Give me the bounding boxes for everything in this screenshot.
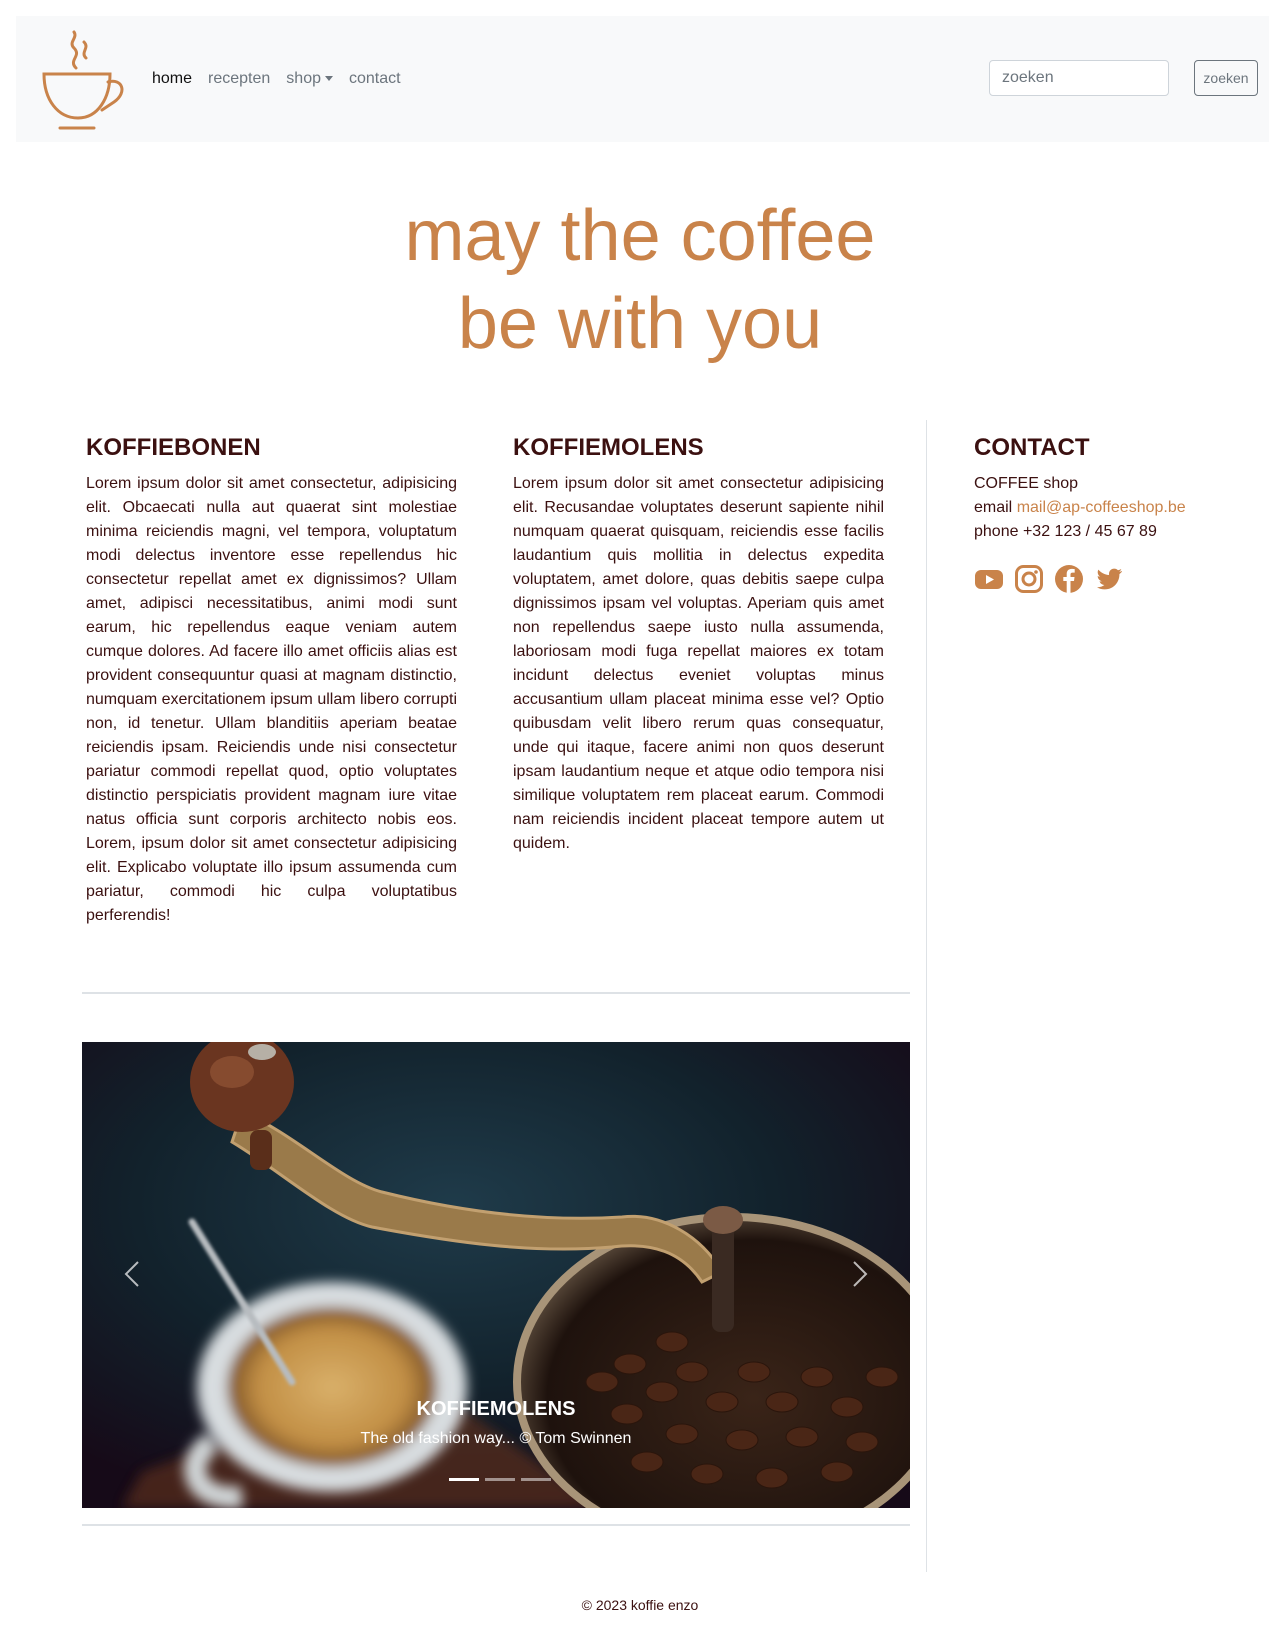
carousel-indicator-2[interactable] (485, 1478, 515, 1481)
contact-email-row: email mail@ap-coffeeshop.be (974, 496, 1186, 520)
divider-top (82, 992, 910, 994)
contact-email-label: email (974, 499, 1013, 516)
search-button[interactable]: zoeken (1194, 60, 1258, 96)
koffiemolens-title: KOFFIEMOLENS (513, 434, 704, 461)
nav-link-home[interactable]: home (152, 70, 192, 88)
carousel-indicator-3[interactable] (521, 1478, 551, 1481)
contact-title: CONTACT (974, 434, 1090, 461)
social-links (974, 564, 1134, 594)
twitter-icon[interactable] (1094, 564, 1124, 594)
nav-links: home recepten shop contact (152, 16, 417, 142)
carousel-next-icon[interactable] (844, 1244, 874, 1304)
koffiebonen-title: KOFFIEBONEN (86, 434, 261, 461)
contact-phone-row: phone +32 123 / 45 67 89 (974, 520, 1186, 544)
carousel-caption-title: KOFFIEMOLENS (416, 1398, 576, 1420)
contact-phone: +32 123 / 45 67 89 (1022, 523, 1157, 540)
contact-details: COFFEE shop email mail@ap-coffeeshop.be … (974, 472, 1186, 544)
youtube-icon[interactable] (974, 564, 1004, 594)
divider-bottom (82, 1524, 910, 1526)
instagram-icon[interactable] (1014, 564, 1044, 594)
hero-line-2: be with you (457, 284, 823, 364)
nav-link-contact[interactable]: contact (349, 70, 401, 88)
footer-copyright: © 2023 koffie enzo (581, 1597, 699, 1613)
hero-line-1: may the coffee (404, 196, 876, 276)
carousel-indicator-1[interactable] (449, 1478, 479, 1481)
carousel[interactable]: KOFFIEMOLENS The old fashion way... © To… (82, 1042, 910, 1508)
koffiebonen-text: Lorem ipsum dolor sit amet consectetur, … (86, 475, 457, 924)
carousel-prev-icon[interactable] (118, 1244, 148, 1304)
nav-link-recepten[interactable]: recepten (208, 70, 270, 88)
contact-phone-label: phone (974, 523, 1019, 540)
contact-name: COFFEE shop (974, 475, 1079, 492)
contact-email-link[interactable]: mail@ap-coffeeshop.be (1017, 499, 1186, 516)
column-divider (926, 420, 927, 1572)
carousel-caption-text: The old fashion way... © Tom Swinnen (360, 1430, 632, 1447)
navbar: home recepten shop contact zoeken (16, 16, 1269, 142)
carousel-indicators (446, 1478, 554, 1481)
coffee-cup-logo-icon[interactable] (38, 28, 124, 132)
facebook-icon[interactable] (1054, 564, 1084, 594)
caret-down-icon (325, 76, 333, 82)
search-input[interactable] (989, 60, 1169, 96)
nav-dropdown-shop[interactable]: shop (286, 70, 333, 88)
koffiemolens-text: Lorem ipsum dolor sit amet consectetur a… (513, 475, 884, 852)
nav-link-shop-label: shop (286, 70, 321, 87)
hero-title: may the coffee be with you (0, 192, 1280, 368)
